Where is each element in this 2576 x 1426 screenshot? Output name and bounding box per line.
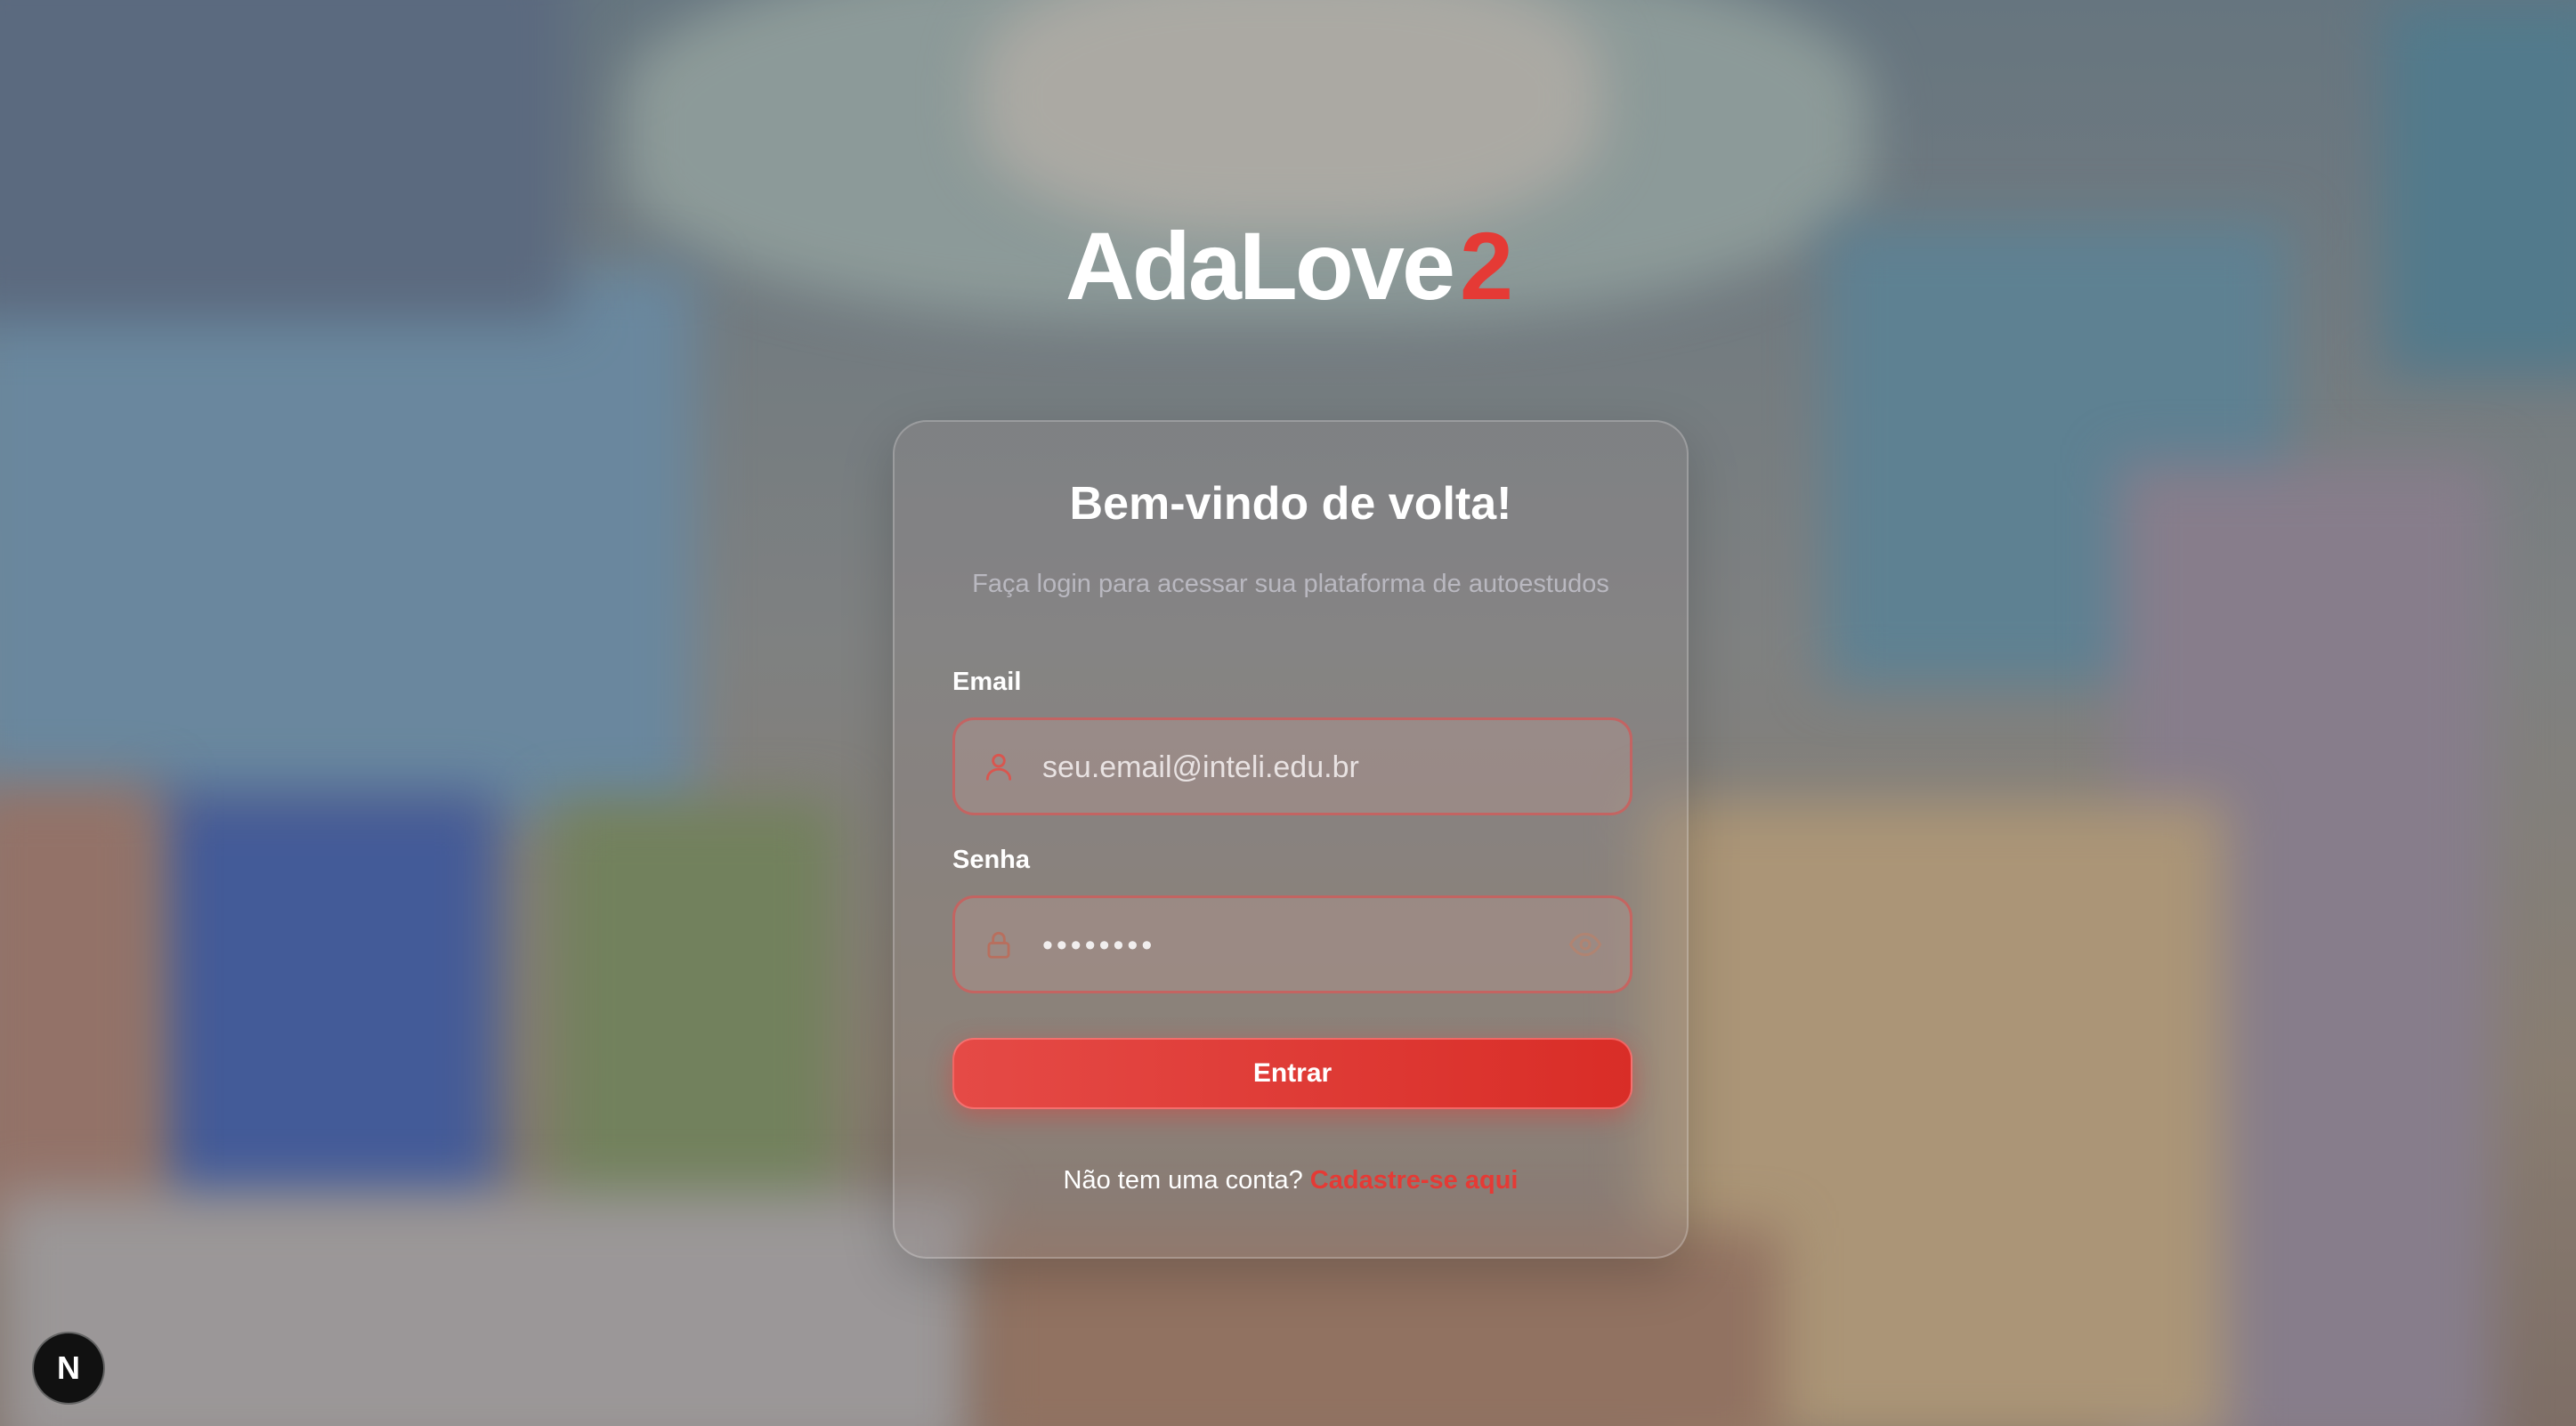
signup-link[interactable]: Cadastre-se aqui bbox=[1310, 1166, 1519, 1195]
app-logo: AdaLove2 bbox=[0, 218, 2576, 314]
card-title: Bem-vindo de volta! bbox=[1069, 478, 1512, 530]
login-page: AdaLove2 Bem-vindo de volta! Faça login … bbox=[0, 0, 2576, 1426]
logo-number: 2 bbox=[1460, 212, 1513, 320]
user-icon bbox=[985, 753, 1012, 781]
signup-prompt: Não tem uma conta? bbox=[1063, 1166, 1303, 1195]
email-field[interactable] bbox=[952, 717, 1632, 815]
dev-tools-badge[interactable]: N bbox=[32, 1332, 105, 1405]
logo-text: AdaLove bbox=[1065, 212, 1455, 320]
signup-row: Não tem uma conta? Cadastre-se aqui bbox=[895, 1166, 1687, 1195]
email-label: Email bbox=[952, 668, 1022, 696]
eye-icon[interactable] bbox=[1567, 927, 1603, 962]
password-input[interactable] bbox=[1041, 898, 1560, 993]
submit-button[interactable]: Entrar bbox=[952, 1038, 1632, 1109]
card-subtitle: Faça login para acessar sua plataforma d… bbox=[972, 570, 1609, 598]
password-label: Senha bbox=[952, 846, 1031, 874]
email-input[interactable] bbox=[1041, 720, 1560, 814]
password-field[interactable] bbox=[952, 895, 1632, 993]
login-card: Bem-vindo de volta! Faça login para aces… bbox=[893, 420, 1689, 1259]
lock-icon bbox=[987, 931, 1010, 959]
